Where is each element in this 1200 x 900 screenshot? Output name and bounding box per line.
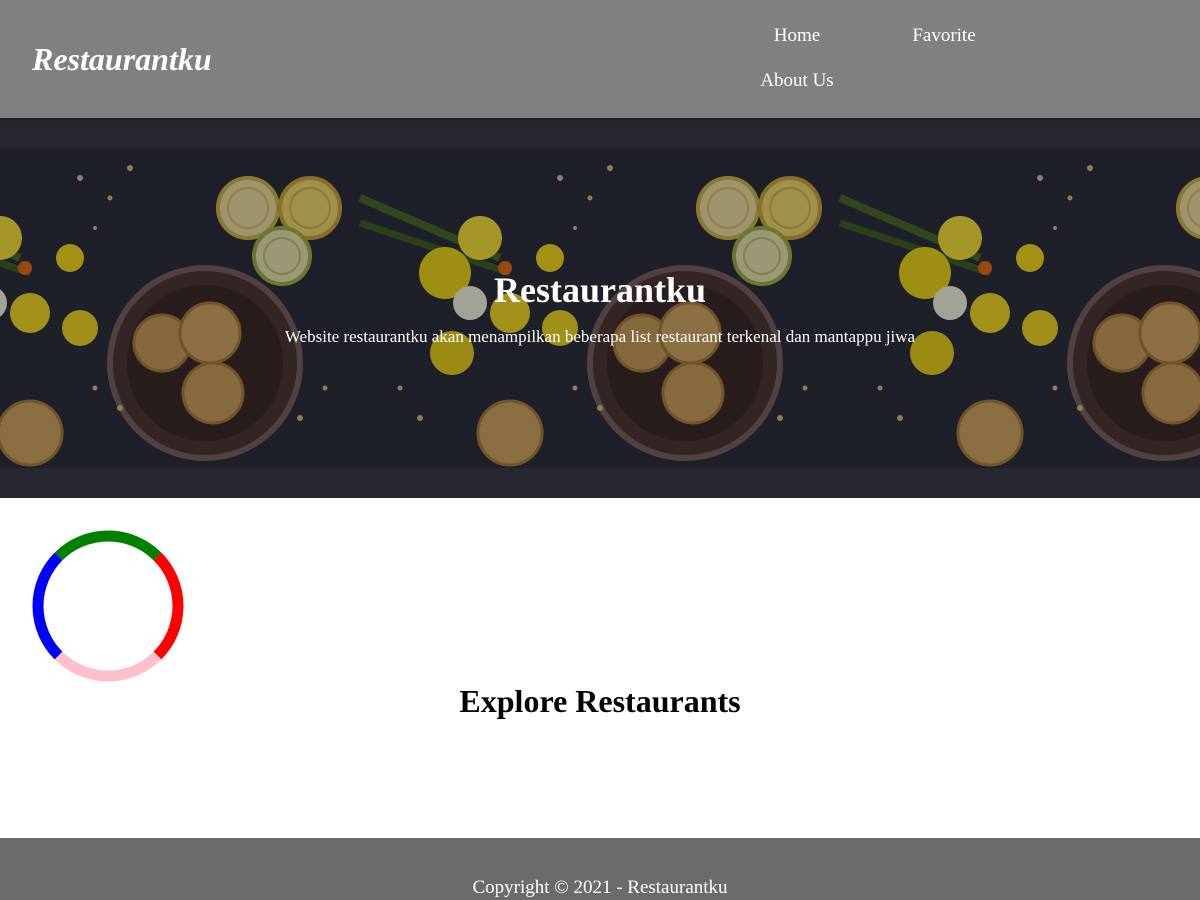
hero-title: Restaurantku	[493, 270, 707, 310]
loading-spinner-icon	[32, 530, 184, 682]
app-header: Restaurantku Home Favorite About Us	[0, 0, 1200, 118]
app-footer: Copyright © 2021 - Restaurantku	[0, 838, 1200, 900]
explore-restaurants-heading: Explore Restaurants	[459, 683, 741, 719]
hero-banner: Restaurantku Website restaurantku akan m…	[0, 118, 1200, 498]
nav-link-favorite[interactable]: Favorite	[869, 16, 1019, 56]
hero-tagline: Website restaurantku akan menampilkan be…	[284, 327, 916, 346]
brand-logo-link[interactable]: Restaurantku	[32, 40, 212, 78]
copyright-text: Copyright © 2021 - Restaurantku	[472, 877, 728, 898]
nav-link-home[interactable]: Home	[722, 16, 872, 56]
nav-link-about-us[interactable]: About Us	[722, 61, 872, 101]
